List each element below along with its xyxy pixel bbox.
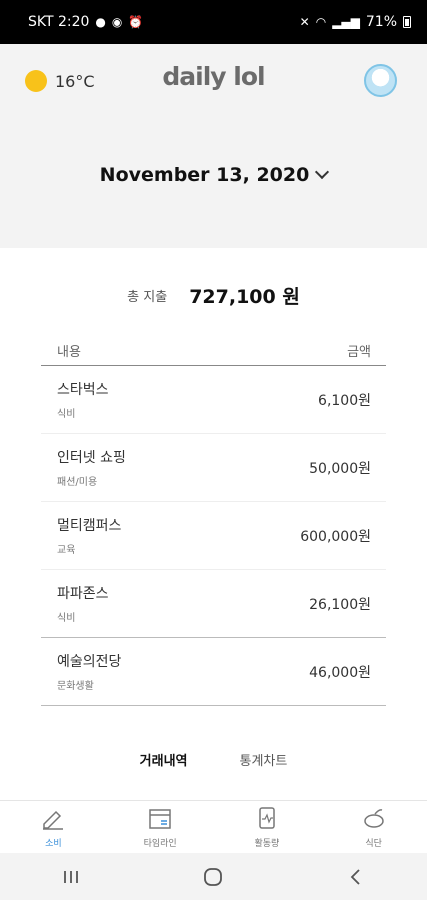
row-info: 인터넷 쇼핑 패션/미용	[57, 447, 126, 488]
nav-item-diet[interactable]: 식단	[320, 801, 427, 853]
pencil-icon	[40, 806, 66, 830]
activity-icon	[254, 806, 280, 830]
app-logo: daily lol	[162, 62, 265, 91]
row-amount: 46,000원	[309, 664, 371, 681]
avatar[interactable]	[364, 64, 397, 97]
table-row[interactable]: 인터넷 쇼핑 패션/미용 50,000원	[41, 434, 386, 502]
row-name: 예술의전당	[57, 654, 122, 670]
total-label: 총 지출	[127, 290, 168, 305]
date-label: November 13, 2020	[99, 164, 310, 186]
main-content: 총 지출 727,100 원 내용 금액 스타벅스 식비 6,100원 인터넷 …	[0, 248, 427, 800]
recents-button[interactable]	[51, 857, 91, 897]
nav-item-activity[interactable]: 활동량	[214, 801, 321, 853]
home-button[interactable]	[193, 857, 233, 897]
battery-icon	[403, 16, 411, 28]
tab-transactions[interactable]: 거래내역	[140, 750, 188, 769]
column-content: 내용	[57, 345, 81, 360]
alarm-icon: ⏰	[128, 15, 144, 29]
app-icon: ◉	[111, 15, 123, 29]
row-amount: 6,100원	[318, 392, 371, 409]
row-amount: 26,100원	[309, 596, 371, 613]
row-name: 파파존스	[57, 586, 109, 602]
status-right: ✕ ◠ ▂▄▆ 71%	[300, 14, 411, 30]
nav-item-timeline[interactable]: 타임라인	[107, 801, 214, 853]
header: 16°C daily lol November 13, 2020	[0, 44, 427, 248]
nav-item-spending[interactable]: 소비	[0, 801, 107, 853]
column-amount: 금액	[347, 345, 371, 360]
status-bar: SKT 2:20 ● ◉ ⏰ ✕ ◠ ▂▄▆ 71%	[0, 0, 427, 44]
row-amount: 50,000원	[309, 460, 371, 477]
calendar-icon	[147, 806, 173, 830]
chat-icon: ●	[95, 15, 106, 29]
recents-icon	[64, 870, 79, 883]
date-selector[interactable]: November 13, 2020	[0, 164, 427, 186]
table-row[interactable]: 멀티캠퍼스 교육 600,000원	[41, 502, 386, 570]
status-time: SKT 2:20	[28, 14, 90, 30]
total-summary: 총 지출 727,100 원	[0, 282, 427, 309]
home-icon	[204, 867, 223, 886]
signal-icon: ▂▄▆	[332, 15, 360, 29]
row-name: 인터넷 쇼핑	[57, 450, 126, 466]
back-button[interactable]	[336, 857, 376, 897]
view-tabs: 거래내역 통계차트	[0, 750, 427, 769]
row-info: 예술의전당 문화생활	[57, 651, 121, 692]
nav-label: 소비	[45, 838, 62, 849]
row-category: 식비	[57, 409, 76, 420]
bottom-nav: 소비 타임라인 활동량 식단	[0, 800, 427, 853]
total-value: 727,100 원	[189, 286, 300, 308]
table-row[interactable]: 예술의전당 문화생활 46,000원	[41, 638, 386, 706]
chevron-down-icon	[315, 164, 330, 180]
nav-label: 활동량	[254, 838, 280, 849]
row-name: 멀티캠퍼스	[57, 518, 122, 534]
row-category: 식비	[57, 613, 76, 624]
row-category: 교육	[57, 545, 76, 556]
row-category: 패션/미용	[57, 477, 98, 488]
nav-label: 타임라인	[143, 838, 177, 849]
nav-label: 식단	[365, 838, 382, 849]
row-info: 멀티캠퍼스 교육	[57, 515, 121, 556]
row-info: 스타벅스 식비	[57, 379, 109, 420]
status-left: SKT 2:20 ● ◉ ⏰	[28, 14, 143, 30]
table-header: 내용 금액	[41, 336, 386, 366]
row-category: 문화생활	[57, 681, 94, 692]
table-row[interactable]: 스타벅스 식비 6,100원	[41, 366, 386, 434]
back-icon	[350, 868, 360, 885]
mute-icon: ✕	[299, 15, 310, 29]
row-info: 파파존스 식비	[57, 583, 109, 624]
table-row[interactable]: 파파존스 식비 26,100원	[41, 570, 386, 638]
system-nav-bar	[0, 853, 427, 900]
row-name: 스타벅스	[57, 382, 109, 398]
row-amount: 600,000원	[300, 528, 371, 545]
food-icon	[361, 806, 387, 830]
wifi-icon: ◠	[315, 15, 327, 29]
battery-level: 71%	[365, 14, 397, 30]
expense-table: 내용 금액 스타벅스 식비 6,100원 인터넷 쇼핑 패션/미용 50,000…	[41, 336, 386, 706]
tab-stats[interactable]: 통계차트	[240, 750, 288, 769]
